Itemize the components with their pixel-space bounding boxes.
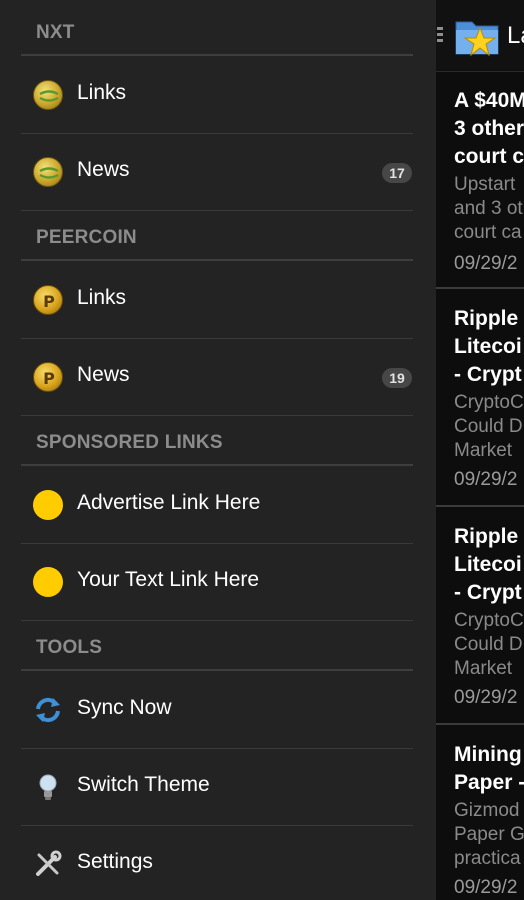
wrench-screwdriver-icon bbox=[33, 849, 63, 879]
article-card[interactable]: A $40M 3 other court c Upstart and 3 ot … bbox=[436, 73, 524, 289]
drawer-item-nxt-news[interactable]: News 17 bbox=[21, 134, 413, 211]
nxt-coin-icon bbox=[33, 157, 63, 187]
article-list-pane: La A $40M 3 other court c Upstart and 3 … bbox=[436, 0, 524, 900]
yellow-dot-icon bbox=[33, 490, 63, 520]
article-snippet: CryptoC Could D Market bbox=[454, 610, 524, 679]
unread-count-badge: 17 bbox=[382, 163, 412, 183]
section-header-sponsored: SPONSORED LINKS bbox=[21, 410, 413, 466]
section-header-nxt: NXT bbox=[21, 0, 413, 56]
drawer-item-label: Links bbox=[77, 286, 127, 309]
action-bar: La bbox=[436, 0, 524, 72]
article-date: 09/29/2 bbox=[454, 687, 518, 708]
drawer-item-text-link[interactable]: Your Text Link Here bbox=[21, 544, 413, 621]
article-snippet: Gizmod Paper G practica bbox=[454, 800, 524, 869]
section-title: NXT bbox=[36, 22, 75, 43]
article-date: 09/29/2 bbox=[454, 469, 518, 490]
drawer-item-label: Settings bbox=[77, 850, 153, 873]
article-headline: Ripple Litecoi - Crypt bbox=[454, 307, 522, 386]
drawer-item-label: News bbox=[77, 158, 130, 181]
peercoin-coin-icon: P bbox=[33, 285, 63, 315]
article-headline: Ripple Litecoi - Crypt bbox=[454, 525, 522, 604]
section-header-peercoin: PEERCOIN bbox=[21, 205, 413, 261]
drawer-item-settings[interactable]: Settings bbox=[21, 826, 413, 900]
article-snippet: CryptoC Could D Market bbox=[454, 392, 524, 461]
app-title: La bbox=[507, 22, 524, 49]
svg-text:P: P bbox=[43, 369, 55, 388]
drawer-item-switch-theme[interactable]: Switch Theme bbox=[21, 749, 413, 826]
drawer-item-advertise-link[interactable]: Advertise Link Here bbox=[21, 467, 413, 544]
section-title: SPONSORED LINKS bbox=[36, 432, 223, 453]
article-snippet: Upstart and 3 ot court ca bbox=[454, 174, 523, 243]
drawer-item-label: Advertise Link Here bbox=[77, 491, 261, 514]
peercoin-coin-icon: P bbox=[33, 362, 63, 392]
nxt-coin-icon bbox=[33, 80, 63, 110]
drawer-indicator-icon[interactable] bbox=[437, 27, 443, 47]
drawer-item-label: Your Text Link Here bbox=[77, 568, 260, 591]
drawer-item-label: Sync Now bbox=[77, 696, 172, 719]
yellow-dot-icon bbox=[33, 567, 63, 597]
sync-icon bbox=[33, 695, 63, 725]
folder-star-icon[interactable] bbox=[454, 14, 502, 58]
article-date: 09/29/2 bbox=[454, 877, 518, 898]
section-title: PEERCOIN bbox=[36, 227, 137, 248]
drawer-item-label: News bbox=[77, 363, 130, 386]
article-card[interactable]: Ripple Litecoi - Crypt CryptoC Could D M… bbox=[436, 291, 524, 507]
drawer-item-peercoin-news[interactable]: P News 19 bbox=[21, 339, 413, 416]
article-card[interactable]: Ripple Litecoi - Crypt CryptoC Could D M… bbox=[436, 509, 524, 725]
drawer-item-label: Links bbox=[77, 81, 127, 104]
article-headline: Mining Paper - bbox=[454, 743, 524, 794]
article-date: 09/29/2 bbox=[454, 253, 518, 274]
drawer-item-nxt-links[interactable]: Links bbox=[21, 57, 413, 134]
unread-count-badge: 19 bbox=[382, 368, 412, 388]
drawer-item-peercoin-links[interactable]: P Links bbox=[21, 262, 413, 339]
article-card[interactable]: Mining Paper - Gizmod Paper G practica 0… bbox=[436, 727, 524, 900]
section-header-tools: TOOLS bbox=[21, 615, 413, 671]
drawer-item-sync-now[interactable]: Sync Now bbox=[21, 672, 413, 749]
lightbulb-icon bbox=[33, 772, 63, 802]
article-headline: A $40M 3 other court c bbox=[454, 89, 524, 168]
drawer-item-label: Switch Theme bbox=[77, 773, 210, 796]
svg-text:P: P bbox=[43, 292, 55, 311]
section-title: TOOLS bbox=[36, 637, 103, 658]
navigation-drawer: NXT Links News 17 PEERCOIN P Links P New… bbox=[0, 0, 436, 900]
